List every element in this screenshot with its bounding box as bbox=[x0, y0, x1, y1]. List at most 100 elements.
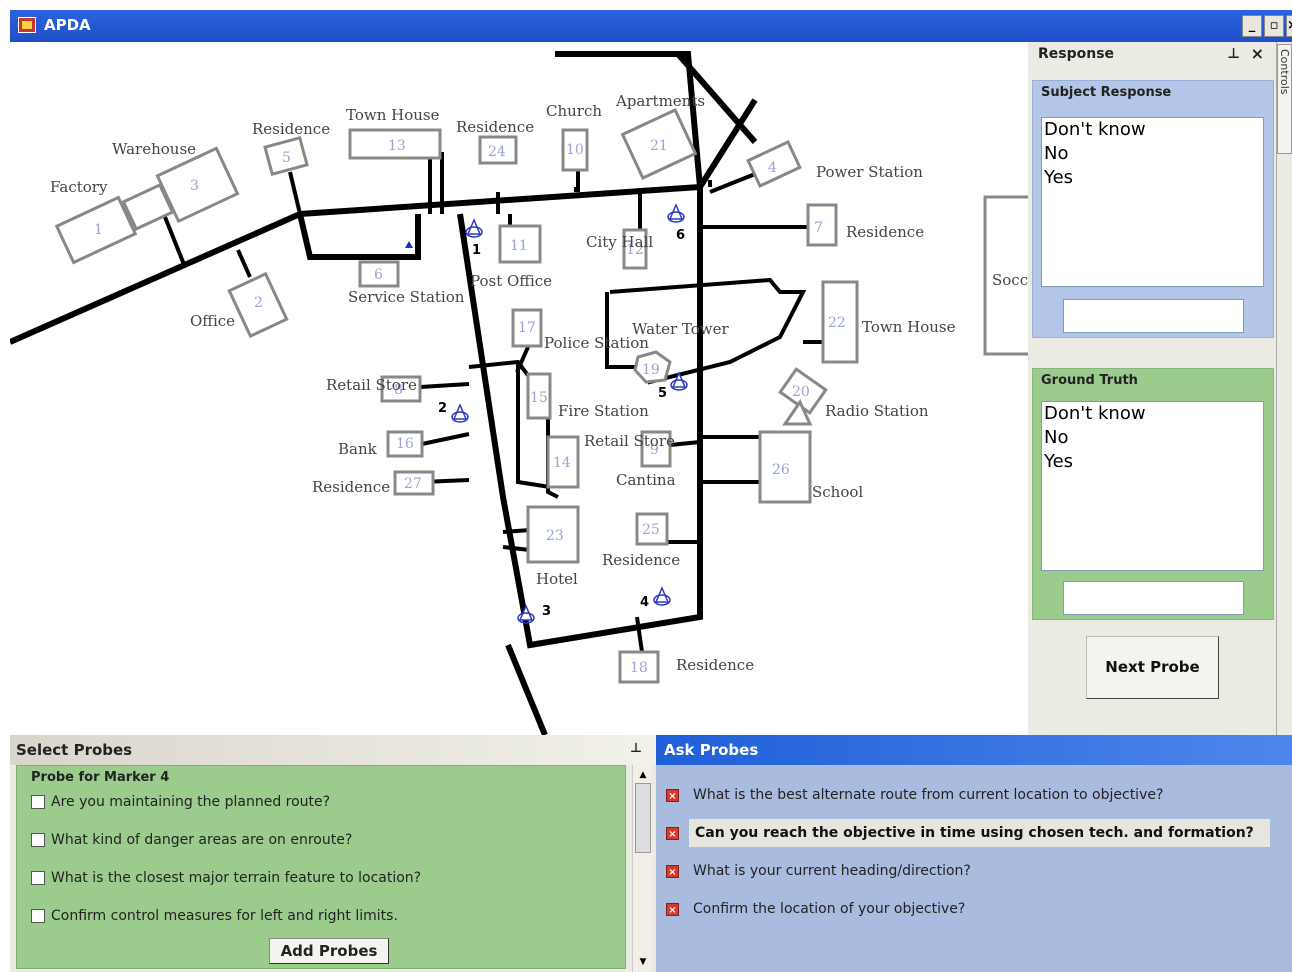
label-power-station: Power Station bbox=[816, 163, 923, 181]
building-number-18: 18 bbox=[630, 660, 648, 676]
subject-option-no[interactable]: No bbox=[1044, 142, 1261, 166]
ask-probe-text: What is your current heading/direction? bbox=[693, 863, 971, 879]
ask-probe-item[interactable]: × What is your current heading/direction? bbox=[666, 857, 975, 889]
label-police-station: Police Station bbox=[544, 334, 649, 352]
subject-response-list[interactable]: Don't know No Yes bbox=[1041, 117, 1264, 287]
label-soccer-field: Socc Field bbox=[992, 271, 1028, 289]
ask-probe-text: What is the best alternate route from cu… bbox=[693, 787, 1164, 803]
probe-checkbox[interactable] bbox=[31, 795, 45, 809]
probe-checkbox[interactable] bbox=[31, 833, 45, 847]
svg-text:1: 1 bbox=[472, 243, 481, 258]
vertical-scrollbar[interactable]: ▲ ▼ bbox=[632, 765, 652, 972]
building-number-11: 11 bbox=[510, 238, 528, 254]
scroll-down-icon[interactable]: ▼ bbox=[635, 954, 651, 970]
building-number-16: 16 bbox=[396, 436, 414, 452]
probe-checkbox[interactable] bbox=[31, 871, 45, 885]
probe-text: Confirm control measures for left and ri… bbox=[51, 908, 398, 924]
probe-item[interactable]: Confirm control measures for left and ri… bbox=[31, 908, 398, 928]
building-number-17: 17 bbox=[518, 320, 536, 336]
building-number-26: 26 bbox=[772, 462, 790, 478]
probe-text: What kind of danger areas are on enroute… bbox=[51, 832, 353, 848]
label-retail-store-b: Retail Store bbox=[584, 432, 675, 450]
scroll-thumb[interactable] bbox=[635, 783, 651, 853]
svg-text:3: 3 bbox=[542, 604, 551, 619]
window-title: APDA bbox=[44, 16, 91, 34]
marker-6[interactable]: 6 bbox=[667, 203, 685, 243]
truth-option-dont-know[interactable]: Don't know bbox=[1044, 402, 1261, 426]
marker-4[interactable]: 4 bbox=[640, 586, 671, 610]
map-svg[interactable]: 1 2 3 4 5 6 7 8 9 11 12 13 14 15 16 17 1… bbox=[10, 42, 1028, 735]
building-number-24: 24 bbox=[488, 144, 506, 160]
ask-probe-text: Can you reach the objective in time usin… bbox=[689, 819, 1270, 847]
building-number-25: 25 bbox=[642, 522, 660, 538]
building-number-10: 10 bbox=[566, 142, 584, 158]
map-canvas[interactable]: 1 2 3 4 5 6 7 8 9 11 12 13 14 15 16 17 1… bbox=[10, 42, 1028, 735]
subject-response-input[interactable] bbox=[1063, 299, 1244, 333]
ask-probes-header: Ask Probes bbox=[656, 735, 1292, 765]
ground-truth-list[interactable]: Don't know No Yes bbox=[1041, 401, 1264, 571]
truth-option-no[interactable]: No bbox=[1044, 426, 1261, 450]
probe-text: What is the closest major terrain featur… bbox=[51, 870, 422, 886]
label-service-station: Service Station bbox=[348, 288, 465, 306]
pin-icon[interactable]: ⊥ bbox=[1227, 46, 1240, 62]
label-factory: Factory bbox=[50, 178, 108, 196]
label-residence-a: Residence bbox=[252, 120, 330, 138]
building-number-3: 3 bbox=[190, 178, 199, 194]
truth-option-yes[interactable]: Yes bbox=[1044, 450, 1261, 474]
pin-icon[interactable]: ⊥ bbox=[630, 741, 642, 756]
label-residence-c: Residence bbox=[846, 223, 924, 241]
subject-option-dont-know[interactable]: Don't know bbox=[1044, 118, 1261, 142]
remove-probe-icon[interactable]: × bbox=[666, 902, 679, 916]
controls-tab[interactable]: Controls bbox=[1277, 44, 1292, 154]
next-probe-button[interactable]: Next Probe bbox=[1086, 636, 1219, 699]
probe-item[interactable]: What is the closest major terrain featur… bbox=[31, 870, 421, 890]
probe-text: Are you maintaining the planned route? bbox=[51, 794, 331, 810]
close-panel-icon[interactable]: × bbox=[1251, 44, 1264, 63]
ask-probe-item[interactable]: × Confirm the location of your objective? bbox=[666, 895, 969, 927]
label-office: Office bbox=[190, 312, 235, 330]
ask-probe-item[interactable]: × What is the best alternate route from c… bbox=[666, 781, 1167, 813]
label-radio-station: Radio Station bbox=[825, 402, 929, 420]
label-bank: Bank bbox=[338, 440, 378, 458]
ask-probe-text: Confirm the location of your objective? bbox=[693, 901, 966, 917]
remove-probe-icon[interactable]: × bbox=[666, 864, 679, 878]
label-cantina: Cantina bbox=[616, 471, 676, 489]
restore-button[interactable]: ▫ bbox=[1264, 15, 1284, 37]
ask-probe-item-selected[interactable]: × Can you reach the objective in time usi… bbox=[666, 819, 1270, 851]
select-probes-title: Select Probes bbox=[16, 741, 133, 759]
label-retail-store-a: Retail Store bbox=[326, 376, 417, 394]
side-tab-strip: Controls bbox=[1276, 42, 1292, 735]
probe-checkbox[interactable] bbox=[31, 909, 45, 923]
label-town-house-a: Town House bbox=[346, 106, 440, 124]
close-button[interactable]: × bbox=[1286, 15, 1292, 37]
probe-item[interactable]: Are you maintaining the planned route? bbox=[31, 794, 330, 814]
ground-truth-label: Ground Truth bbox=[1041, 373, 1138, 388]
scroll-up-icon[interactable]: ▲ bbox=[635, 767, 651, 783]
label-apartments: Apartments bbox=[615, 92, 705, 110]
subject-option-yes[interactable]: Yes bbox=[1044, 166, 1261, 190]
building-number-2: 2 bbox=[254, 295, 263, 311]
response-title: Response bbox=[1038, 46, 1115, 62]
ground-truth-input[interactable] bbox=[1063, 581, 1244, 615]
label-church: Church bbox=[546, 102, 602, 120]
building-number-5: 5 bbox=[282, 150, 291, 166]
building-number-21: 21 bbox=[650, 138, 668, 154]
building-number-22: 22 bbox=[828, 315, 846, 331]
label-school: School bbox=[812, 483, 863, 501]
remove-probe-icon[interactable]: × bbox=[666, 788, 679, 802]
building-number-13: 13 bbox=[388, 138, 406, 154]
probe-item[interactable]: What kind of danger areas are on enroute… bbox=[31, 832, 352, 852]
label-city-hall: City Hall bbox=[586, 233, 653, 251]
remove-probe-icon[interactable]: × bbox=[666, 826, 679, 840]
building-number-7: 7 bbox=[814, 220, 823, 236]
add-probes-button[interactable]: Add Probes bbox=[269, 938, 389, 964]
response-panel: Response ⊥ × Subject Response Don't know… bbox=[1028, 42, 1276, 735]
label-residence-b: Residence bbox=[456, 118, 534, 136]
minimize-button[interactable]: _ bbox=[1242, 15, 1262, 37]
building-number-23: 23 bbox=[546, 528, 564, 544]
building-numbers: 1 2 3 4 5 6 7 8 9 11 12 13 14 15 16 17 1… bbox=[94, 138, 846, 676]
building-number-15: 15 bbox=[530, 390, 548, 406]
ask-probes-panel: Ask Probes × What is the best alternate r… bbox=[656, 735, 1292, 972]
label-residence-f: Residence bbox=[676, 656, 754, 674]
marker-2[interactable]: 2 bbox=[438, 401, 469, 423]
